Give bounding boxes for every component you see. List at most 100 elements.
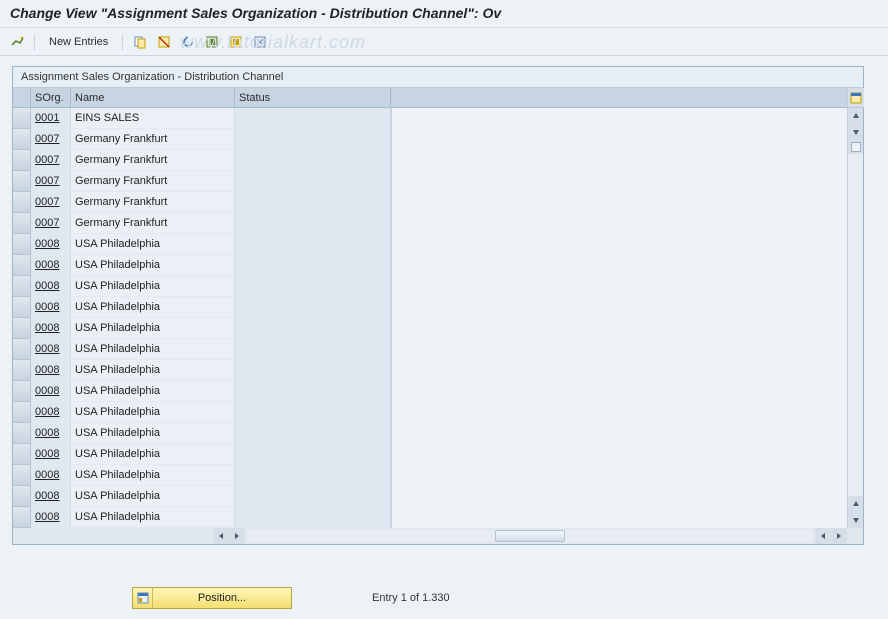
scroll-up-end-icon[interactable] xyxy=(848,496,863,512)
grid-header-blank xyxy=(392,88,847,108)
cell-status[interactable] xyxy=(235,444,391,465)
row-selector[interactable] xyxy=(13,318,31,339)
scroll-down-step-icon[interactable] xyxy=(848,124,863,140)
row-selector[interactable] xyxy=(13,192,31,213)
cell-sorg[interactable]: 0008 xyxy=(31,486,71,507)
row-selector[interactable] xyxy=(13,507,31,528)
row-selector[interactable] xyxy=(13,255,31,276)
row-selector[interactable] xyxy=(13,150,31,171)
select-block-icon[interactable] xyxy=(227,33,245,51)
scroll-down-icon[interactable] xyxy=(848,512,863,528)
header-select-all[interactable] xyxy=(13,88,31,108)
cell-status[interactable] xyxy=(235,192,391,213)
grid-header: SOrg. Name Status xyxy=(13,88,391,108)
scroll-right-step-icon[interactable] xyxy=(229,528,245,544)
cell-status[interactable] xyxy=(235,213,391,234)
row-selector[interactable] xyxy=(13,360,31,381)
cell-sorg[interactable]: 0008 xyxy=(31,465,71,486)
cell-status[interactable] xyxy=(235,423,391,444)
row-selector[interactable] xyxy=(13,339,31,360)
row-selector[interactable] xyxy=(13,297,31,318)
cell-sorg[interactable]: 0007 xyxy=(31,150,71,171)
position-icon xyxy=(133,588,153,608)
cell-status[interactable] xyxy=(235,381,391,402)
row-selector[interactable] xyxy=(13,108,31,129)
cell-status[interactable] xyxy=(235,486,391,507)
cell-status[interactable] xyxy=(235,108,391,129)
cell-sorg[interactable]: 0008 xyxy=(31,276,71,297)
copy-icon[interactable] xyxy=(131,33,149,51)
cell-status[interactable] xyxy=(235,402,391,423)
cell-sorg[interactable]: 0008 xyxy=(31,381,71,402)
cell-status[interactable] xyxy=(235,150,391,171)
cell-sorg[interactable]: 0007 xyxy=(31,171,71,192)
position-button[interactable]: Position... xyxy=(132,587,292,609)
row-selector[interactable] xyxy=(13,423,31,444)
column-header-name[interactable]: Name xyxy=(71,88,235,108)
cell-sorg[interactable]: 0007 xyxy=(31,129,71,150)
cell-status[interactable] xyxy=(235,171,391,192)
cell-status[interactable] xyxy=(235,234,391,255)
cell-sorg[interactable]: 0008 xyxy=(31,423,71,444)
cell-status[interactable] xyxy=(235,507,391,528)
column-header-status[interactable]: Status xyxy=(235,88,391,108)
column-header-sorg[interactable]: SOrg. xyxy=(31,88,71,108)
cell-sorg[interactable]: 0008 xyxy=(31,444,71,465)
cell-sorg[interactable]: 0008 xyxy=(31,339,71,360)
cell-sorg[interactable]: 0008 xyxy=(31,318,71,339)
row-selector[interactable] xyxy=(13,381,31,402)
select-all-icon[interactable] xyxy=(203,33,221,51)
cell-sorg[interactable]: 0008 xyxy=(31,402,71,423)
cell-sorg[interactable]: 0008 xyxy=(31,255,71,276)
cell-status[interactable] xyxy=(235,276,391,297)
deselect-all-icon[interactable] xyxy=(251,33,269,51)
scroll-left-end-icon[interactable] xyxy=(815,528,831,544)
cell-status[interactable] xyxy=(235,360,391,381)
row-selector[interactable] xyxy=(13,234,31,255)
cell-sorg[interactable]: 0007 xyxy=(31,213,71,234)
cell-sorg[interactable]: 0008 xyxy=(31,360,71,381)
cell-sorg[interactable]: 0008 xyxy=(31,507,71,528)
hscroll-track[interactable] xyxy=(247,530,813,542)
scroll-thumb-small[interactable] xyxy=(848,140,863,154)
other-view-icon[interactable] xyxy=(8,33,26,51)
cell-name: Germany Frankfurt xyxy=(71,192,235,213)
row-selector[interactable] xyxy=(13,171,31,192)
cell-status[interactable] xyxy=(235,255,391,276)
cell-status[interactable] xyxy=(235,465,391,486)
cell-status[interactable] xyxy=(235,318,391,339)
row-selector[interactable] xyxy=(13,129,31,150)
row-selector[interactable] xyxy=(13,213,31,234)
scroll-up-icon[interactable] xyxy=(848,108,863,124)
panel-title: Assignment Sales Organization - Distribu… xyxy=(13,67,863,88)
cell-status[interactable] xyxy=(235,129,391,150)
cell-status[interactable] xyxy=(235,297,391,318)
hscroll-thumb[interactable] xyxy=(495,530,565,542)
cell-sorg[interactable]: 0007 xyxy=(31,192,71,213)
table-row: 0001EINS SALES xyxy=(13,108,391,129)
row-selector[interactable] xyxy=(13,276,31,297)
scroll-track[interactable] xyxy=(848,154,863,496)
cell-name: USA Philadelphia xyxy=(71,465,235,486)
entry-count-text: Entry 1 of 1.330 xyxy=(372,592,450,604)
new-entries-button[interactable]: New Entries xyxy=(43,34,114,50)
row-selector[interactable] xyxy=(13,444,31,465)
cell-sorg[interactable]: 0001 xyxy=(31,108,71,129)
table-row: 0008USA Philadelphia xyxy=(13,486,391,507)
vertical-scrollbar[interactable] xyxy=(847,88,863,528)
row-selector[interactable] xyxy=(13,465,31,486)
grid-settings-icon[interactable] xyxy=(848,88,864,108)
undo-icon[interactable] xyxy=(179,33,197,51)
grid-panel: Assignment Sales Organization - Distribu… xyxy=(12,66,864,545)
scroll-left-icon[interactable] xyxy=(213,528,229,544)
cell-sorg[interactable]: 0008 xyxy=(31,297,71,318)
cell-status[interactable] xyxy=(235,339,391,360)
row-selector[interactable] xyxy=(13,486,31,507)
delete-icon[interactable] xyxy=(155,33,173,51)
table-row: 0008USA Philadelphia xyxy=(13,339,391,360)
scroll-right-icon[interactable] xyxy=(831,528,847,544)
table-row: 0008USA Philadelphia xyxy=(13,402,391,423)
row-selector[interactable] xyxy=(13,402,31,423)
horizontal-scrollbar[interactable] xyxy=(13,528,863,544)
cell-sorg[interactable]: 0008 xyxy=(31,234,71,255)
